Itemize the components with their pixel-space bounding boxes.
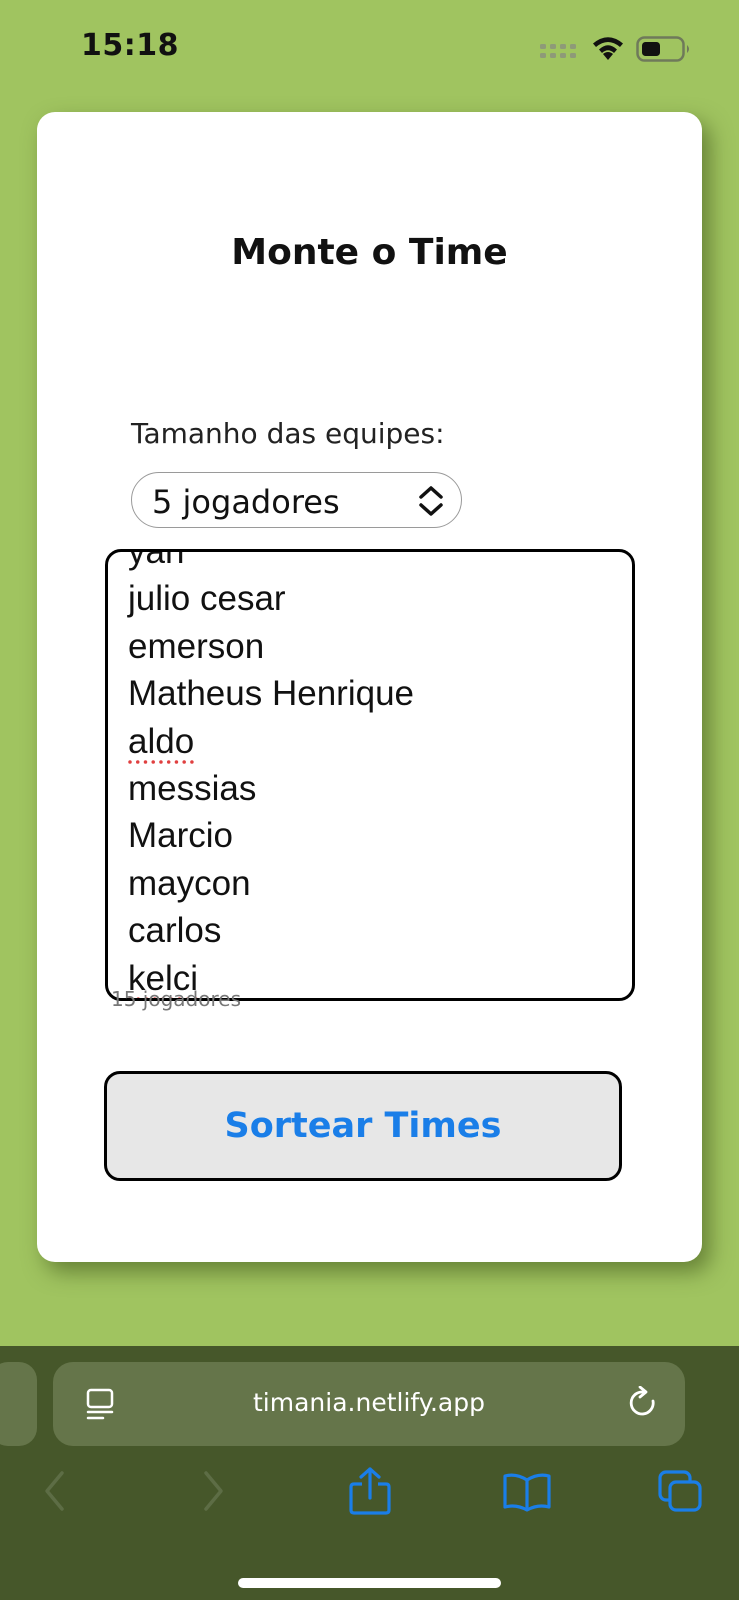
team-size-label: Tamanho das equipes: (131, 417, 445, 450)
url-text[interactable]: timania.netlify.app (53, 1388, 685, 1417)
reload-icon[interactable] (629, 1385, 659, 1425)
player-line: Marcio (128, 816, 234, 856)
main-card: Monte o Time Tamanho das equipes: 5 joga… (37, 112, 702, 1262)
back-icon[interactable] (42, 1470, 68, 1517)
previous-tab-edge[interactable] (0, 1362, 37, 1446)
signal-icon (540, 42, 578, 65)
share-icon[interactable] (348, 1466, 392, 1521)
tabs-icon[interactable] (658, 1470, 704, 1519)
team-size-select[interactable]: 5 jogadores (131, 472, 462, 528)
status-bar: 15:18 (0, 0, 739, 100)
page-title: Monte o Time (231, 232, 508, 273)
address-bar[interactable]: timania.netlify.app (53, 1362, 685, 1446)
player-list: yan julio cesar emerson Matheus Henrique… (128, 549, 414, 998)
browser-toolbar: timania.netlify.app (0, 1346, 739, 1600)
home-indicator (238, 1578, 501, 1588)
sort-teams-button[interactable]: Sortear Times (104, 1071, 622, 1181)
player-line: aldo (128, 721, 195, 761)
players-count: 15 jogadores (111, 987, 241, 1011)
bookmarks-icon[interactable] (502, 1472, 552, 1517)
player-line: carlos (128, 911, 222, 951)
team-size-value: 5 jogadores (152, 483, 340, 521)
chevron-updown-icon (417, 485, 445, 522)
player-line: messias (128, 769, 257, 809)
player-line: yan (128, 549, 185, 571)
players-textarea[interactable]: yan julio cesar emerson Matheus Henrique… (105, 549, 635, 1001)
player-line: julio cesar (128, 579, 286, 619)
battery-icon (636, 36, 692, 67)
player-line: Matheus Henrique (128, 674, 414, 714)
status-time: 15:18 (81, 28, 179, 63)
forward-icon[interactable] (200, 1470, 226, 1517)
player-line: emerson (128, 626, 265, 666)
wifi-icon (590, 34, 626, 67)
player-line: maycon (128, 863, 251, 903)
